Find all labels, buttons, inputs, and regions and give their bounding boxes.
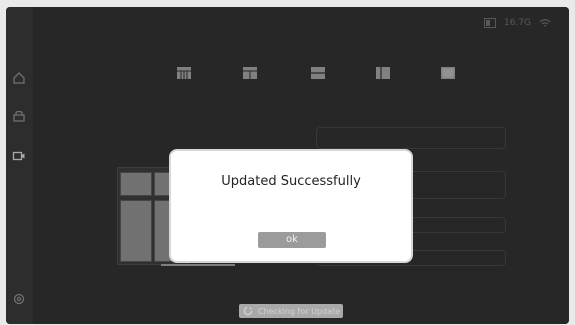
ok-button[interactable]: ok xyxy=(258,232,326,248)
dialog-title: Updated Successfully xyxy=(221,174,361,189)
update-dialog: Updated Successfully ok xyxy=(171,151,411,261)
